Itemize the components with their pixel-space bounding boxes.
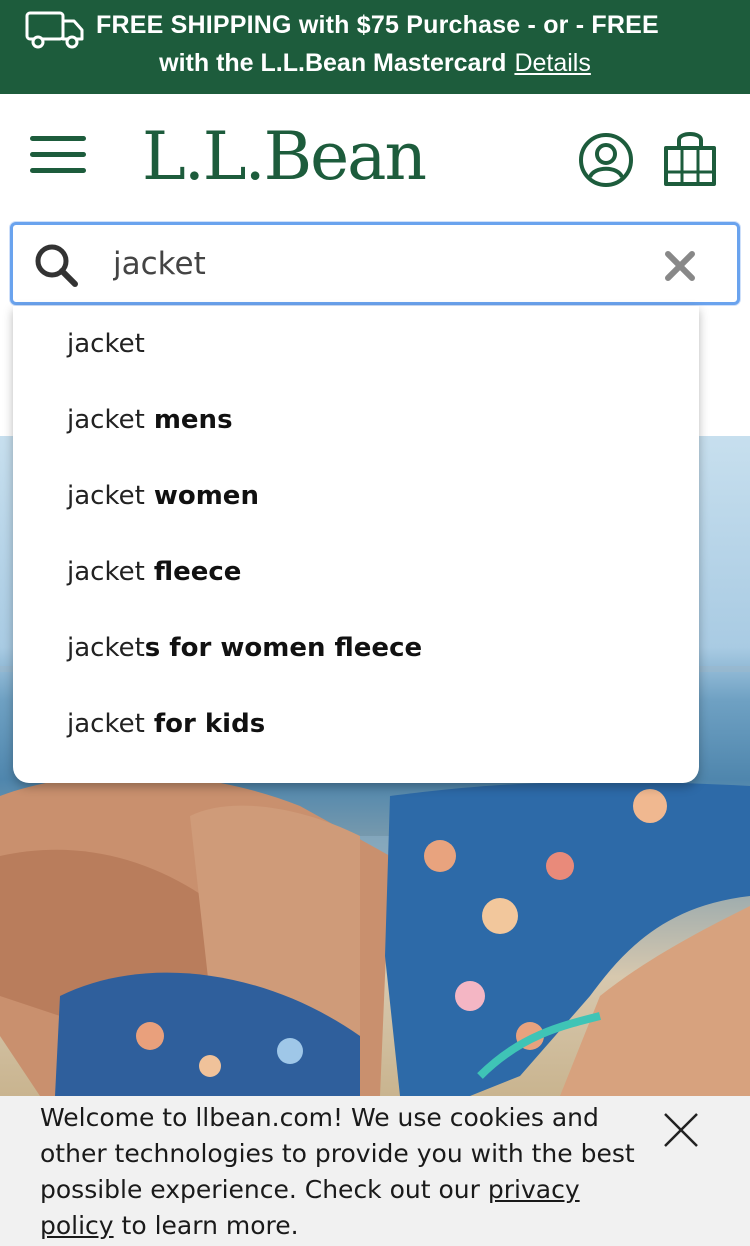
search-box xyxy=(10,222,740,305)
close-icon[interactable] xyxy=(663,1112,699,1148)
site-header: L.L.Bean xyxy=(0,94,750,220)
suggestion-suffix: women xyxy=(144,481,259,511)
promo-banner: FREE SHIPPING with $75 Purchase - or - F… xyxy=(0,0,750,94)
promo-details-link[interactable]: Details xyxy=(514,49,590,77)
suggestion-suffix: fleece xyxy=(144,557,242,587)
cookie-message: Welcome to llbean.com! We use cookies an… xyxy=(40,1100,640,1244)
account-icon[interactable] xyxy=(578,132,634,188)
promo-text-line1: FREE SHIPPING with $75 Purchase - or - F… xyxy=(96,11,659,39)
suggestion-item[interactable]: jacket for kids xyxy=(67,697,677,751)
cookie-text-after: to learn more. xyxy=(113,1211,299,1240)
suggestion-prefix: jacket xyxy=(67,405,145,435)
search-icon[interactable] xyxy=(33,242,79,288)
suggestion-prefix: jacket xyxy=(67,329,145,359)
suggestion-suffix: for kids xyxy=(144,709,266,739)
suggestion-item[interactable]: jacket xyxy=(67,317,677,371)
suggestion-prefix: jacket xyxy=(67,481,145,511)
promo-text-line2-label: with the L.L.Bean Mastercard xyxy=(159,49,507,77)
truck-icon xyxy=(25,11,84,49)
search-suggestions: jacket jacket mens jacket women jacket f… xyxy=(13,306,699,783)
search-input[interactable] xyxy=(113,241,633,287)
suggestion-prefix: jacket xyxy=(67,557,145,587)
suggestion-prefix: jacket xyxy=(67,709,145,739)
suggestion-item[interactable]: jackets for women fleece xyxy=(67,621,677,675)
promo-text-line2: with the L.L.Bean Mastercard Details xyxy=(0,49,750,78)
hamburger-menu-icon[interactable] xyxy=(30,134,86,174)
suggestion-suffix: mens xyxy=(144,405,233,435)
close-icon[interactable] xyxy=(663,249,697,283)
suggestion-item[interactable]: jacket mens xyxy=(67,393,677,447)
suggestion-item[interactable]: jacket fleece xyxy=(67,545,677,599)
suggestion-prefix: jacket xyxy=(67,633,145,663)
shopping-bag-icon[interactable] xyxy=(662,128,718,188)
cookie-banner: Welcome to llbean.com! We use cookies an… xyxy=(0,1096,750,1246)
suggestion-suffix: s for women fleece xyxy=(144,633,423,663)
llbean-logo[interactable]: L.L.Bean xyxy=(142,118,427,195)
suggestion-item[interactable]: jacket women xyxy=(67,469,677,523)
